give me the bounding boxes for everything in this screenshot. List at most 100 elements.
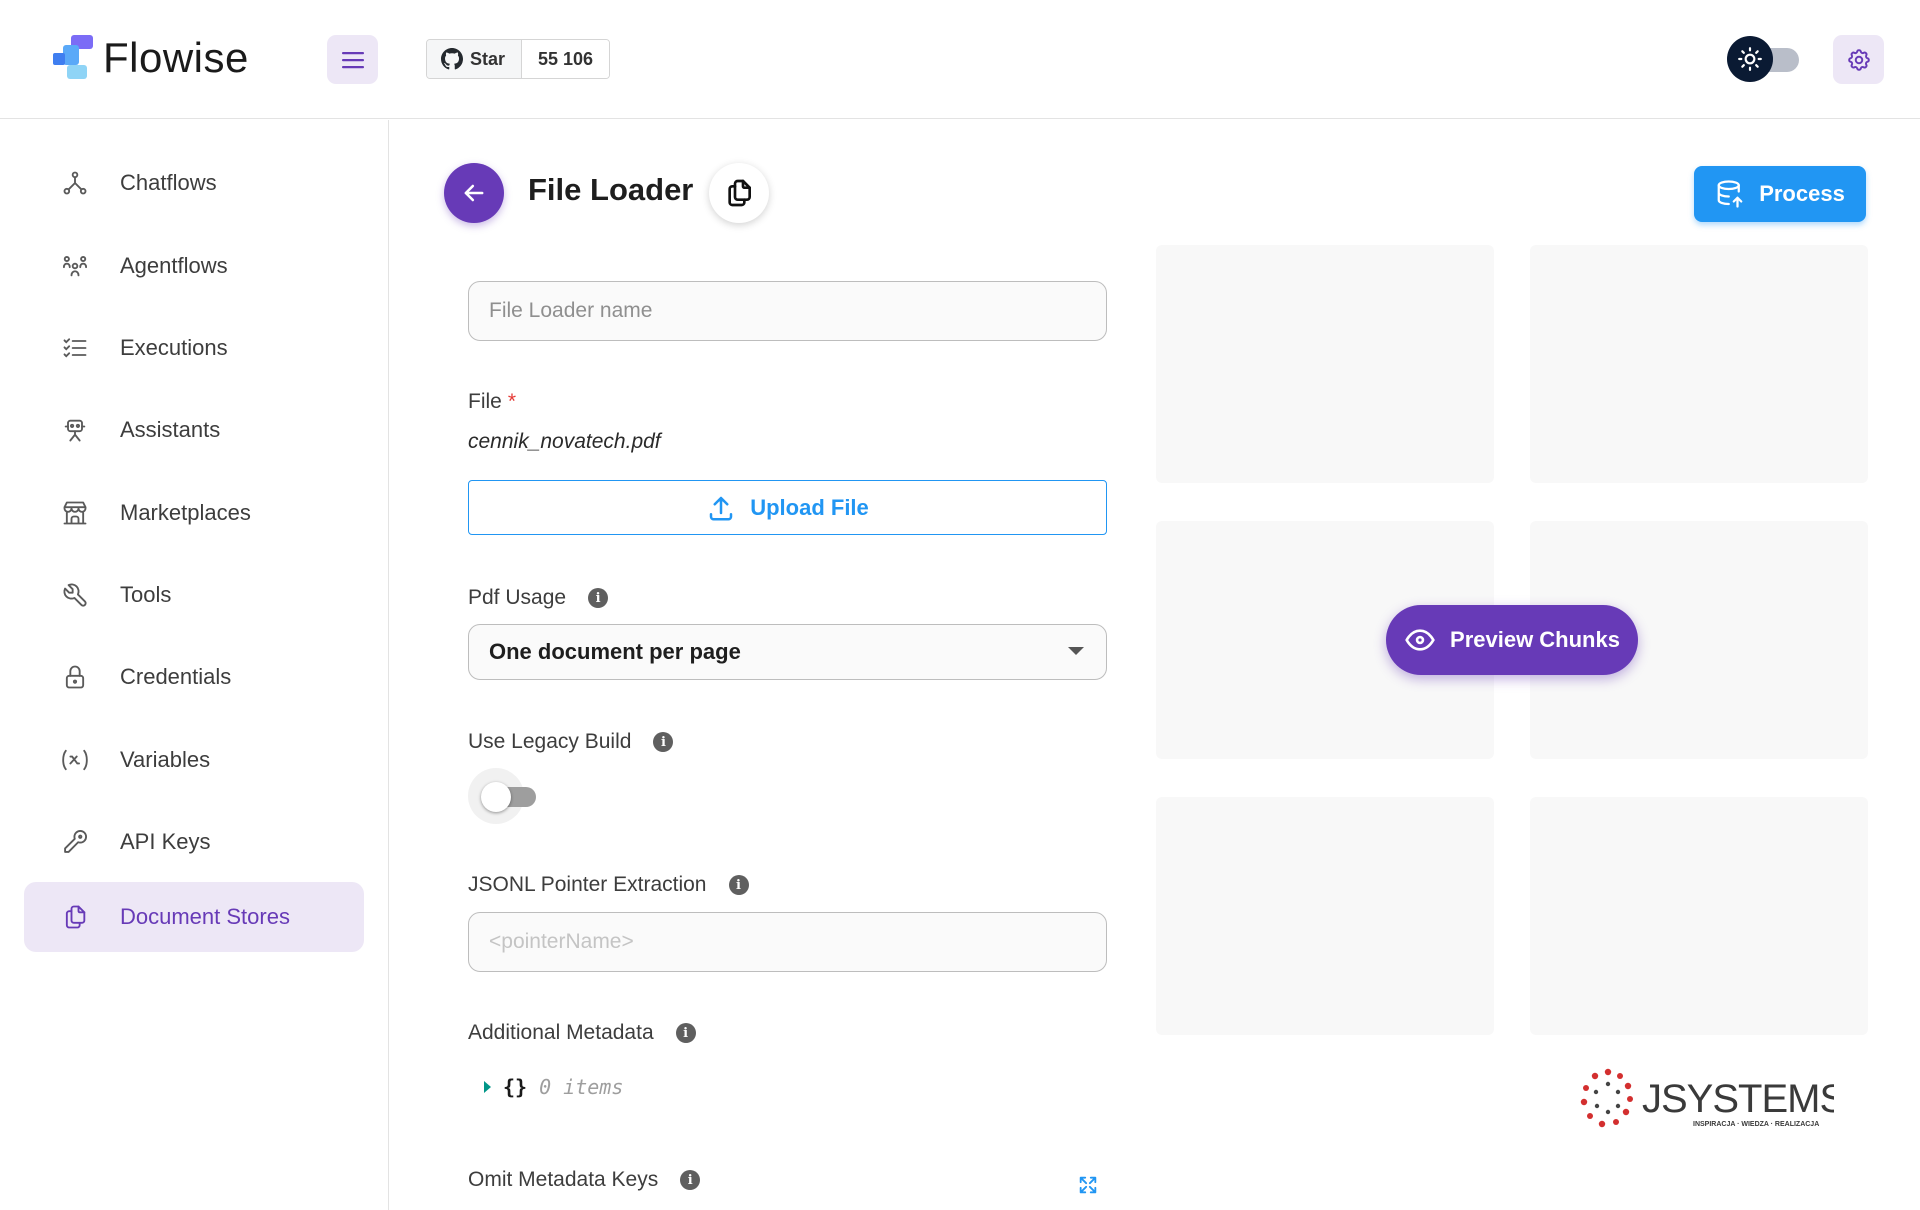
svg-text:JSYSTEMS: JSYSTEMS — [1642, 1077, 1834, 1121]
variable-icon — [60, 745, 90, 775]
additional-metadata-label: Additional Metadata i — [468, 1021, 696, 1045]
sidebar-item-label: Assistants — [120, 417, 221, 442]
expand-icon[interactable] — [1077, 1174, 1099, 1201]
json-braces: {} — [503, 1075, 528, 1099]
pdf-usage-label-text: Pdf Usage — [468, 586, 567, 609]
sidebar-item-label: Document Stores — [120, 904, 290, 929]
hamburger-icon — [341, 51, 364, 68]
sidebar-item-label: Agentflows — [120, 253, 228, 278]
flowise-logo-icon — [53, 35, 93, 79]
sidebar-item-assistants[interactable]: Assistants — [24, 395, 364, 465]
sidebar-item-label: Executions — [120, 335, 228, 360]
chunk-placeholder — [1156, 245, 1494, 483]
copy-button[interactable] — [709, 163, 769, 223]
caret-down-icon — [1068, 647, 1084, 655]
upload-file-label: Upload File — [750, 494, 869, 520]
pdf-usage-label: Pdf Usage i — [468, 586, 609, 610]
omit-metadata-label-text: Omit Metadata Keys — [468, 1168, 659, 1191]
github-star-widget: Star 55 106 — [426, 39, 611, 79]
star-count[interactable]: 55 106 — [522, 40, 610, 78]
sidebar-item-api-keys[interactable]: API Keys — [24, 807, 364, 877]
info-icon[interactable]: i — [653, 732, 674, 752]
lock-icon — [60, 662, 90, 692]
omit-metadata-label: Omit Metadata Keys i — [468, 1168, 701, 1192]
jsonl-pointer-field[interactable] — [489, 930, 1106, 954]
eye-icon — [1405, 629, 1435, 651]
svg-text:INSPIRACJA · WIEDZA · REALIZAC: INSPIRACJA · WIEDZA · REALIZACJA — [1693, 1121, 1819, 1128]
sidebar-item-document-stores[interactable]: Document Stores — [24, 882, 364, 952]
users-group-icon — [60, 251, 90, 281]
switch-knob — [481, 782, 511, 812]
legacy-build-label: Use Legacy Build i — [468, 730, 674, 754]
sidebar-item-credentials[interactable]: Credentials — [24, 642, 364, 712]
process-label: Process — [1759, 181, 1845, 206]
tool-icon — [60, 580, 90, 610]
file-label: File * — [468, 390, 516, 414]
sidebar-item-variables[interactable]: Variables — [24, 725, 364, 795]
jsonl-pointer-label-text: JSONL Pointer Extraction — [468, 873, 707, 896]
uploaded-file-name: cennik_novatech.pdf — [468, 430, 661, 453]
info-icon[interactable]: i — [680, 1170, 701, 1190]
info-icon[interactable]: i — [588, 588, 609, 608]
app-header: Flowise Star 55 106 — [0, 0, 1920, 119]
jsonl-pointer-label: JSONL Pointer Extraction i — [468, 873, 749, 897]
sidebar-item-executions[interactable]: Executions — [24, 313, 364, 383]
chunk-placeholder — [1530, 797, 1868, 1035]
settings-button[interactable] — [1833, 35, 1884, 84]
file-loader-name-field[interactable] — [489, 299, 1106, 323]
sidebar-item-chatflows[interactable]: Chatflows — [24, 148, 364, 218]
sidebar-item-label: Credentials — [120, 664, 232, 689]
app-logo[interactable]: Flowise — [53, 34, 249, 82]
upload-file-button[interactable]: Upload File — [468, 480, 1107, 535]
pdf-usage-select[interactable]: One document per page — [468, 624, 1107, 680]
arrow-left-icon — [464, 184, 484, 202]
sidebar-item-label: Chatflows — [120, 170, 217, 195]
json-item-count: 0 items — [539, 1075, 624, 1099]
jsystems-logo: JSYSTEMS INSPIRACJA · WIEDZA · REALIZACJ… — [1578, 1064, 1846, 1134]
sidebar-item-marketplaces[interactable]: Marketplaces — [24, 478, 364, 548]
additional-metadata-label-text: Additional Metadata — [468, 1021, 654, 1044]
dark-mode-toggle[interactable] — [1727, 36, 1799, 82]
legacy-build-switch[interactable] — [468, 768, 538, 824]
hierarchy-icon — [60, 168, 90, 198]
upload-icon — [709, 496, 733, 520]
files-icon — [60, 902, 90, 932]
building-store-icon — [60, 498, 90, 528]
gear-icon — [1847, 48, 1870, 71]
copy-icon — [728, 179, 751, 207]
preview-chunks-button[interactable]: Preview Chunks — [1386, 605, 1638, 675]
sun-icon — [1727, 36, 1773, 82]
required-marker: * — [507, 390, 517, 413]
star-label: Star — [470, 48, 506, 69]
sidebar-item-label: Variables — [120, 747, 211, 772]
info-icon[interactable]: i — [728, 875, 749, 895]
process-button[interactable]: Process — [1694, 166, 1866, 222]
file-loader-name-input[interactable] — [468, 281, 1107, 341]
sidebar-item-agentflows[interactable]: Agentflows — [24, 231, 364, 301]
page-title: File Loader — [528, 172, 694, 207]
jsonl-pointer-input[interactable] — [468, 912, 1107, 972]
key-icon — [60, 827, 90, 857]
back-button[interactable] — [444, 163, 504, 223]
chunk-placeholder — [1156, 797, 1494, 1035]
list-check-icon — [60, 333, 90, 363]
legacy-build-label-text: Use Legacy Build — [468, 730, 632, 753]
sidebar-item-label: API Keys — [120, 829, 211, 854]
info-icon[interactable]: i — [675, 1023, 696, 1043]
sidebar-item-label: Tools — [120, 582, 172, 607]
sidebar: Chatflows Agentflows Executions Assistan… — [0, 120, 389, 1210]
github-star-button[interactable]: Star — [427, 40, 523, 78]
chunk-placeholder — [1530, 245, 1868, 483]
database-import-icon — [1717, 180, 1743, 208]
robot-icon — [60, 415, 90, 445]
app-name: Flowise — [103, 34, 249, 81]
sidebar-item-tools[interactable]: Tools — [24, 560, 364, 630]
file-label-text: File — [468, 390, 502, 413]
metadata-json-viewer[interactable]: {} 0 items — [484, 1075, 623, 1099]
pdf-usage-selected-value: One document per page — [489, 639, 741, 664]
menu-toggle-button[interactable] — [327, 35, 378, 84]
sidebar-item-label: Marketplaces — [120, 500, 251, 525]
github-icon — [441, 48, 463, 70]
expand-caret-icon[interactable] — [484, 1081, 491, 1093]
preview-chunks-label: Preview Chunks — [1450, 627, 1620, 652]
